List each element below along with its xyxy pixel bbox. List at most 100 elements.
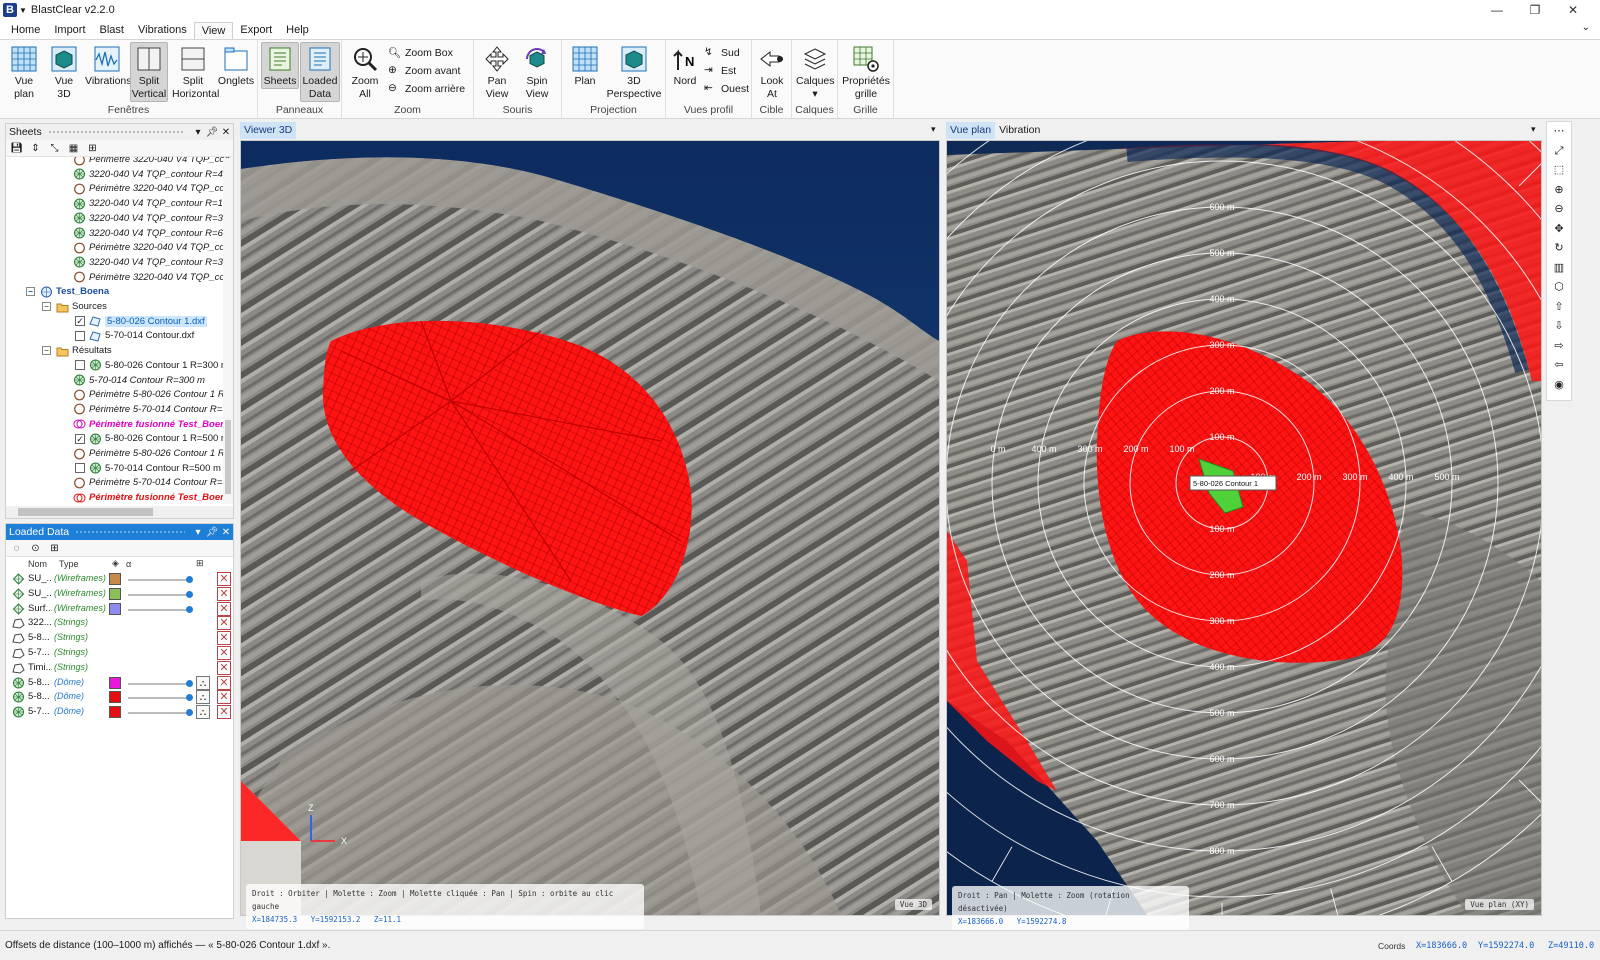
tree-item[interactable]: Périmètre fusionné Test_Boena (73, 417, 231, 432)
dome-options-button[interactable]: ⛬ (196, 705, 210, 720)
viewer-3d-scene[interactable]: Z X (241, 141, 939, 915)
tree-checkbox[interactable]: ✓ (75, 316, 85, 327)
layer-color-swatch[interactable] (109, 676, 121, 689)
loaded-data-row[interactable]: 5-8... (Strings) ✕ (6, 631, 233, 646)
tree-item[interactable]: ✓ 5-80-026 Contour 1 R=500 r (75, 431, 224, 446)
opacity-slider-knob[interactable] (186, 709, 193, 717)
dome-options-button[interactable]: ⛬ (196, 675, 210, 690)
pin-icon[interactable]: 📌︎ (205, 127, 219, 138)
spin-view-button[interactable]: Spin View (518, 42, 556, 102)
layer-color-swatch[interactable] (109, 587, 121, 600)
sheets-vertical-scrollbar[interactable] (223, 158, 233, 504)
tree-item[interactable]: − Test_Boena (26, 284, 109, 299)
tree-item[interactable]: 3220-040 V4 TQP_contour R=30 (73, 255, 228, 270)
loaded-data-button[interactable]: Loaded Data (300, 42, 340, 102)
expand-collapse-icon[interactable]: ⇕ (28, 142, 43, 155)
sheets-horizontal-scrollbar[interactable] (6, 506, 233, 518)
menu-view[interactable]: View (193, 22, 234, 40)
close-icon[interactable]: ✕ (219, 527, 233, 538)
view-south-icon[interactable]: ⇩ (1547, 317, 1571, 337)
tree-item[interactable]: 5-70-014 Contour R=300 m (73, 373, 205, 388)
remove-layer-button[interactable]: ✕ (217, 675, 231, 690)
loaded-data-row[interactable]: 322... (Strings) ✕ (6, 616, 233, 631)
tree-item[interactable]: Périmètre 3220-040 V4 TQP_con (73, 181, 230, 196)
tab-vibration[interactable]: Vibration (995, 122, 1044, 139)
layer-color-swatch[interactable] (109, 573, 121, 585)
ribbon-collapse-icon[interactable]: ⌄ (1582, 22, 1590, 33)
remove-layer-button[interactable]: ✕ (217, 572, 231, 586)
loaded-data-row[interactable]: 5-7... (Strings) ✕ (6, 646, 233, 661)
map-icon[interactable]: ▥ (1547, 259, 1571, 279)
tree-checkbox[interactable] (75, 330, 85, 341)
visibility-icon[interactable]: ◉ (1547, 376, 1571, 396)
toolbar-overflow-icon[interactable]: ⋯ (1547, 122, 1571, 142)
column-nom[interactable]: Nom (28, 559, 59, 569)
tree-item[interactable]: Périmètre 3220-040 V4 TQP_con (73, 157, 230, 167)
viewer-plan[interactable]: 100 m 200 m 300 m 400 m 500 m 600 m 100 m 200 m… (946, 140, 1542, 931)
tree-item[interactable]: − Sources (42, 299, 107, 314)
perspective-button[interactable]: 3D Perspective (604, 42, 664, 102)
view-west-icon[interactable]: ⇦ (1547, 356, 1571, 376)
vue-3d-button[interactable]: Vue 3D (44, 42, 84, 102)
remove-layer-button[interactable]: ✕ (217, 586, 231, 601)
layer-color-swatch[interactable] (109, 602, 121, 615)
tree-checkbox[interactable] (75, 360, 85, 371)
zoom-avant-button[interactable]: ⊕ Zoom avant (388, 62, 460, 79)
tree-item[interactable]: 3220-040 V4 TQP_contour R=40 (73, 167, 228, 182)
scroll-thumb[interactable] (225, 420, 231, 494)
loaded-data-row[interactable]: Surf... (Wireframes) ✕ (6, 601, 233, 617)
collapse-all-icon[interactable]: ⤡ (47, 142, 62, 155)
opacity-slider[interactable] (128, 608, 190, 611)
loaded-data-row[interactable]: 5-8... (Dôme) ⛬ ✕ (6, 690, 233, 705)
remove-layer-button[interactable]: ✕ (217, 705, 231, 720)
export-table-icon[interactable]: ⊞ (85, 142, 100, 155)
vue-plan-button[interactable]: Vue plan (4, 42, 44, 102)
panel-grip[interactable] (75, 529, 185, 535)
panel-grip[interactable] (47, 129, 185, 135)
tree-expander-icon[interactable]: − (42, 346, 51, 356)
loaded-data-row[interactable]: SU_... (Wireframes) ✕ (6, 572, 233, 587)
opacity-slider-knob[interactable] (186, 605, 193, 613)
opacity-slider[interactable] (128, 682, 190, 685)
tree-checkbox[interactable]: ✓ (75, 433, 85, 444)
column-type[interactable]: Type (59, 559, 112, 569)
opacity-slider-knob[interactable] (186, 576, 193, 583)
remove-layer-button[interactable]: ✕ (217, 616, 231, 631)
column-alpha[interactable]: α (126, 559, 196, 569)
tree-item[interactable]: − Résultats (42, 343, 112, 358)
minimize-button[interactable]: — (1478, 0, 1516, 20)
opacity-slider[interactable] (128, 593, 190, 596)
tree-expander-icon[interactable]: − (42, 302, 51, 311)
hide-all-icon[interactable]: ◌ (9, 542, 24, 555)
tree-item[interactable]: 3220-040 V4 TQP_contour R=30 (73, 211, 228, 226)
tree-item[interactable]: Périmètre 5-80-026 Contour 1 R= (73, 446, 230, 461)
nord-button[interactable]: N Nord (668, 42, 702, 89)
close-icon[interactable]: ✕ (219, 127, 233, 138)
opacity-slider-knob[interactable] (186, 679, 193, 687)
calques-button[interactable]: Calques ▾ (795, 42, 835, 102)
remove-layer-button[interactable]: ✕ (217, 660, 231, 675)
ouest-button[interactable]: ⇤ Ouest (704, 80, 749, 97)
remove-layer-button[interactable]: ✕ (217, 631, 231, 646)
zoom-box-button[interactable]: 🔍︎ Zoom Box (388, 44, 453, 61)
menu-import[interactable]: Import (47, 22, 92, 39)
layer-color-swatch[interactable] (109, 706, 121, 719)
dome-options-button[interactable]: ⛬ (196, 690, 210, 705)
tree-item[interactable]: Périmètre 5-80-026 Contour 1 R= (73, 387, 230, 402)
sheets-button[interactable]: Sheets (261, 42, 299, 89)
tab-vue-plan[interactable]: Vue plan (946, 122, 996, 139)
sud-button[interactable]: ↯ Sud (704, 44, 740, 61)
save-icon[interactable]: 💾︎ (9, 142, 24, 155)
panel-menu-icon[interactable]: ▾ (191, 527, 205, 538)
viewer-3d[interactable]: Z X Droit : Orbiter | Molette : Zoom | M… (240, 140, 940, 929)
plan-button[interactable]: Plan (568, 42, 602, 89)
loaded-data-row[interactable]: 5-7... (Dôme) ⛬ ✕ (6, 705, 233, 720)
est-button[interactable]: ⇥ Est (704, 62, 736, 79)
menu-home[interactable]: Home (4, 22, 47, 39)
pin-icon[interactable]: 📌︎ (205, 527, 219, 538)
remove-layer-button[interactable]: ✕ (217, 601, 231, 616)
zoom-to-icon[interactable]: ⊙ (28, 542, 43, 555)
vibrations-button[interactable]: Vibrations (84, 42, 132, 89)
layer-color-swatch[interactable] (109, 691, 121, 704)
tree-item[interactable]: Périmètre 5-70-014 Contour R=3 (73, 402, 228, 417)
